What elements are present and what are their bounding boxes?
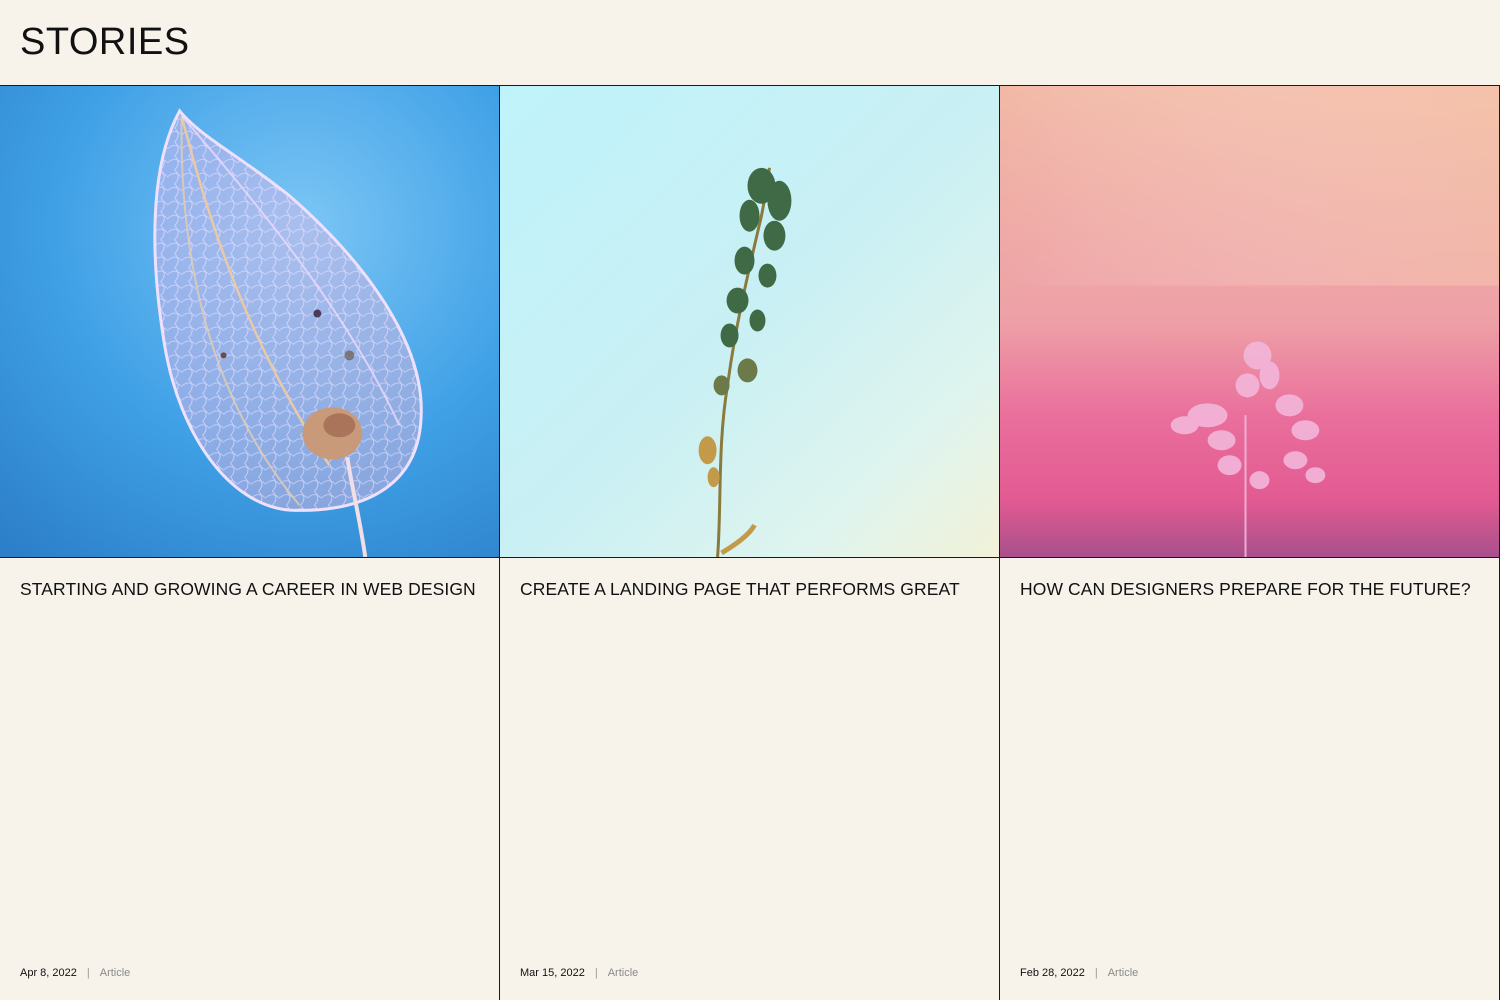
story-title[interactable]: CREATE A LANDING PAGE THAT PERFORMS GREA… [500,558,999,600]
dried-plant-image [500,86,999,557]
white-fern-image [1000,86,1499,557]
story-image[interactable] [500,86,999,558]
story-image[interactable] [0,86,499,558]
story-meta: Mar 15, 2022 | Article [520,967,638,979]
page-title: STORIES [20,21,190,63]
meta-separator: | [594,967,598,979]
story-date: Apr 8, 2022 [20,967,77,979]
story-date: Feb 28, 2022 [1020,967,1085,979]
story-title[interactable]: STARTING AND GROWING A CAREER IN WEB DES… [0,558,499,600]
meta-separator: | [86,967,90,979]
story-card[interactable]: HOW CAN DESIGNERS PREPARE FOR THE FUTURE… [1000,86,1500,1000]
story-type: Article [607,967,639,979]
page-header: STORIES [0,0,1500,86]
story-image[interactable] [1000,86,1499,558]
story-card[interactable]: STARTING AND GROWING A CAREER IN WEB DES… [0,86,500,1000]
story-type: Article [99,967,131,979]
story-meta: Feb 28, 2022 | Article [1020,967,1138,979]
story-type: Article [1107,967,1139,979]
story-title[interactable]: HOW CAN DESIGNERS PREPARE FOR THE FUTURE… [1000,558,1499,600]
lantern-leaf-image [0,86,499,557]
stories-grid: STARTING AND GROWING A CAREER IN WEB DES… [0,86,1500,1000]
meta-separator: | [1094,967,1098,979]
story-card[interactable]: CREATE A LANDING PAGE THAT PERFORMS GREA… [500,86,1000,1000]
story-date: Mar 15, 2022 [520,967,585,979]
story-meta: Apr 8, 2022 | Article [20,967,130,979]
